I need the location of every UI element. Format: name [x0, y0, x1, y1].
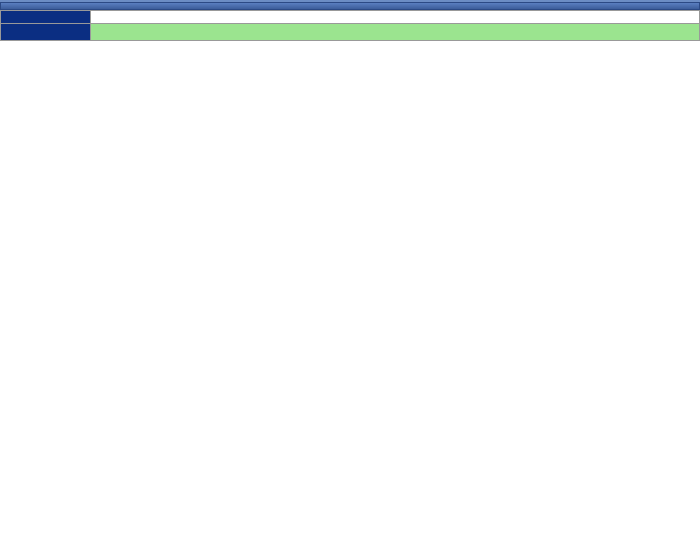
job-status-table — [0, 10, 700, 41]
status-cell — [91, 24, 700, 41]
row-label-status — [1, 24, 91, 41]
workflow-cell — [91, 11, 700, 24]
panel-title — [0, 2, 700, 10]
row-label-workflow — [1, 11, 91, 24]
